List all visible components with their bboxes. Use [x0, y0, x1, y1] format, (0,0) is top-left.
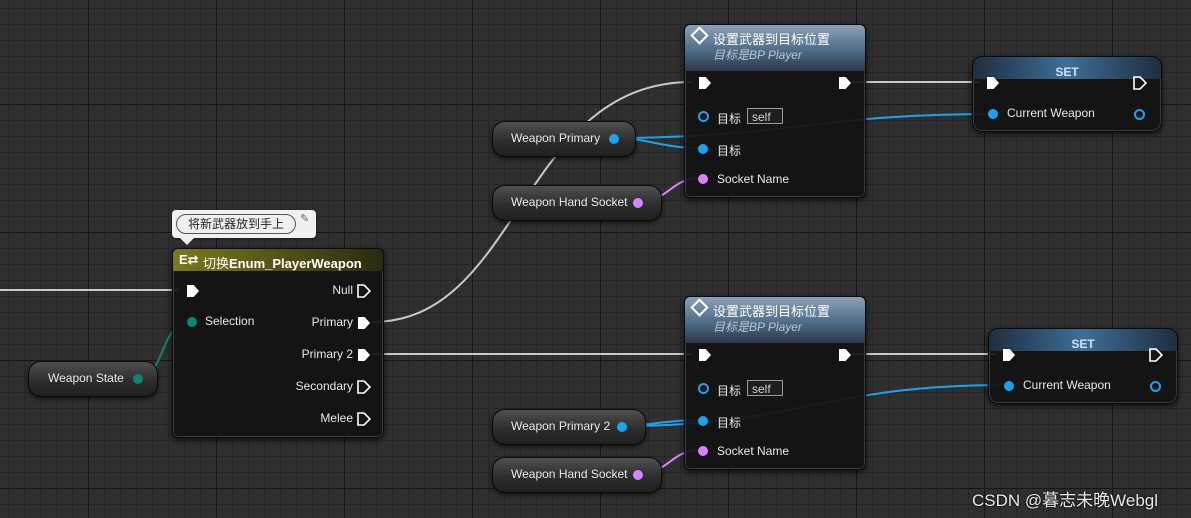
- weapon-primary-2-getter[interactable]: Weapon Primary 2: [492, 409, 646, 445]
- hand-socket-2-label: Weapon Hand Socket: [511, 467, 628, 481]
- set-2-value-out-pin[interactable]: [1150, 381, 1161, 392]
- weapon-state-getter[interactable]: Weapon State: [28, 361, 158, 397]
- switch-output-secondary-label: Secondary: [295, 379, 353, 393]
- set-current-weapon-node-2[interactable]: SET Current Weapon: [988, 328, 1178, 404]
- switch-exec-primary2-pin[interactable]: [358, 349, 370, 361]
- weapon-primary-2-out-pin[interactable]: [617, 422, 627, 432]
- attach-weapon-node-2[interactable]: 设置武器到目标位置 目标是BP Player 目标 self 目标 Socket…: [684, 296, 866, 470]
- hand-socket-1-out-pin[interactable]: [633, 198, 643, 208]
- switch-enum-node[interactable]: E⇄ 切换Enum_PlayerWeapon Selection Null Pr…: [172, 248, 384, 438]
- switch-output-primary2-label: Primary 2: [301, 347, 353, 361]
- hand-socket-getter-2[interactable]: Weapon Hand Socket: [492, 457, 662, 493]
- switch-exec-null-pin[interactable]: [357, 284, 371, 298]
- watermark: CSDN @暮志未晚Webgl: [972, 491, 1159, 510]
- weapon-primary-2-label: Weapon Primary 2: [511, 419, 611, 433]
- attach-2-exec-in-pin[interactable]: [699, 349, 711, 361]
- switch-exec-melee-pin[interactable]: [357, 412, 371, 426]
- weapon-primary-getter[interactable]: Weapon Primary: [492, 121, 636, 157]
- attach-2-target-pin[interactable]: [698, 383, 709, 394]
- switch-title: Enum_PlayerWeapon: [229, 256, 362, 271]
- switch-icon: E⇄: [179, 252, 199, 267]
- set-current-weapon-node-1[interactable]: SET Current Weapon: [972, 56, 1162, 132]
- pushpin-icon[interactable]: ✎: [300, 212, 309, 225]
- comment-text: 将新武器放到手上: [176, 214, 296, 234]
- attach-2-socket-pin[interactable]: [698, 446, 708, 456]
- switch-selection-pin[interactable]: [187, 317, 197, 327]
- attach-node-1-subtitle-prefix: 目标是: [713, 48, 750, 62]
- switch-exec-secondary-pin[interactable]: [357, 380, 371, 394]
- attach-1-target2-label: 目标: [717, 144, 742, 158]
- set-1-exec-out-pin[interactable]: [1133, 76, 1147, 90]
- attach-weapon-node-1[interactable]: 设置武器到目标位置 目标是BP Player 目标 self 目标 Socket…: [684, 24, 866, 198]
- attach-1-socket-label: Socket Name: [717, 172, 790, 186]
- set-2-exec-out-pin[interactable]: [1149, 348, 1163, 362]
- set-2-value-in-pin[interactable]: [1004, 381, 1014, 391]
- attach-1-exec-out-pin[interactable]: [839, 77, 851, 89]
- set-2-var-label: Current Weapon: [1023, 378, 1111, 392]
- switch-exec-primary-pin[interactable]: [358, 317, 370, 329]
- set-1-var-label: Current Weapon: [1007, 106, 1095, 120]
- comment-bubble[interactable]: 将新武器放到手上 ✎: [172, 210, 316, 245]
- attach-node-2-subtitle-target: BP Player: [749, 320, 802, 334]
- switch-title-prefix: 切换: [203, 256, 230, 271]
- attach-2-target2-pin[interactable]: [698, 416, 708, 426]
- attach-1-target-pin[interactable]: [698, 111, 709, 122]
- attach-2-target2-label: 目标: [717, 416, 742, 430]
- attach-1-socket-pin[interactable]: [698, 174, 708, 184]
- set-1-value-out-pin[interactable]: [1134, 109, 1145, 120]
- set-1-value-in-pin[interactable]: [988, 109, 998, 119]
- attach-node-2-subtitle-prefix: 目标是: [713, 320, 750, 334]
- weapon-primary-label: Weapon Primary: [511, 131, 601, 145]
- attach-2-target-default[interactable]: self: [747, 380, 783, 396]
- attach-node-1-subtitle-target: BP Player: [749, 48, 802, 62]
- attach-2-exec-out-pin[interactable]: [839, 349, 851, 361]
- switch-selection-label: Selection: [205, 314, 255, 328]
- hand-socket-2-out-pin[interactable]: [633, 470, 643, 480]
- weapon-state-out-pin[interactable]: [133, 374, 143, 384]
- weapon-primary-out-pin[interactable]: [609, 134, 619, 144]
- switch-output-null-label: Null: [332, 283, 353, 297]
- switch-output-melee-label: Melee: [320, 411, 353, 425]
- switch-output-primary-label: Primary: [311, 315, 353, 329]
- attach-1-target-default[interactable]: self: [747, 108, 783, 124]
- attach-1-target-label: 目标: [717, 112, 742, 126]
- switch-exec-in-pin[interactable]: [187, 285, 199, 297]
- hand-socket-1-label: Weapon Hand Socket: [511, 195, 628, 209]
- hand-socket-getter-1[interactable]: Weapon Hand Socket: [492, 185, 662, 221]
- attach-1-target2-pin[interactable]: [698, 144, 708, 154]
- attach-2-target-label: 目标: [717, 384, 742, 398]
- attach-1-exec-in-pin[interactable]: [699, 77, 711, 89]
- weapon-state-label: Weapon State: [48, 371, 124, 385]
- attach-2-socket-label: Socket Name: [717, 444, 790, 458]
